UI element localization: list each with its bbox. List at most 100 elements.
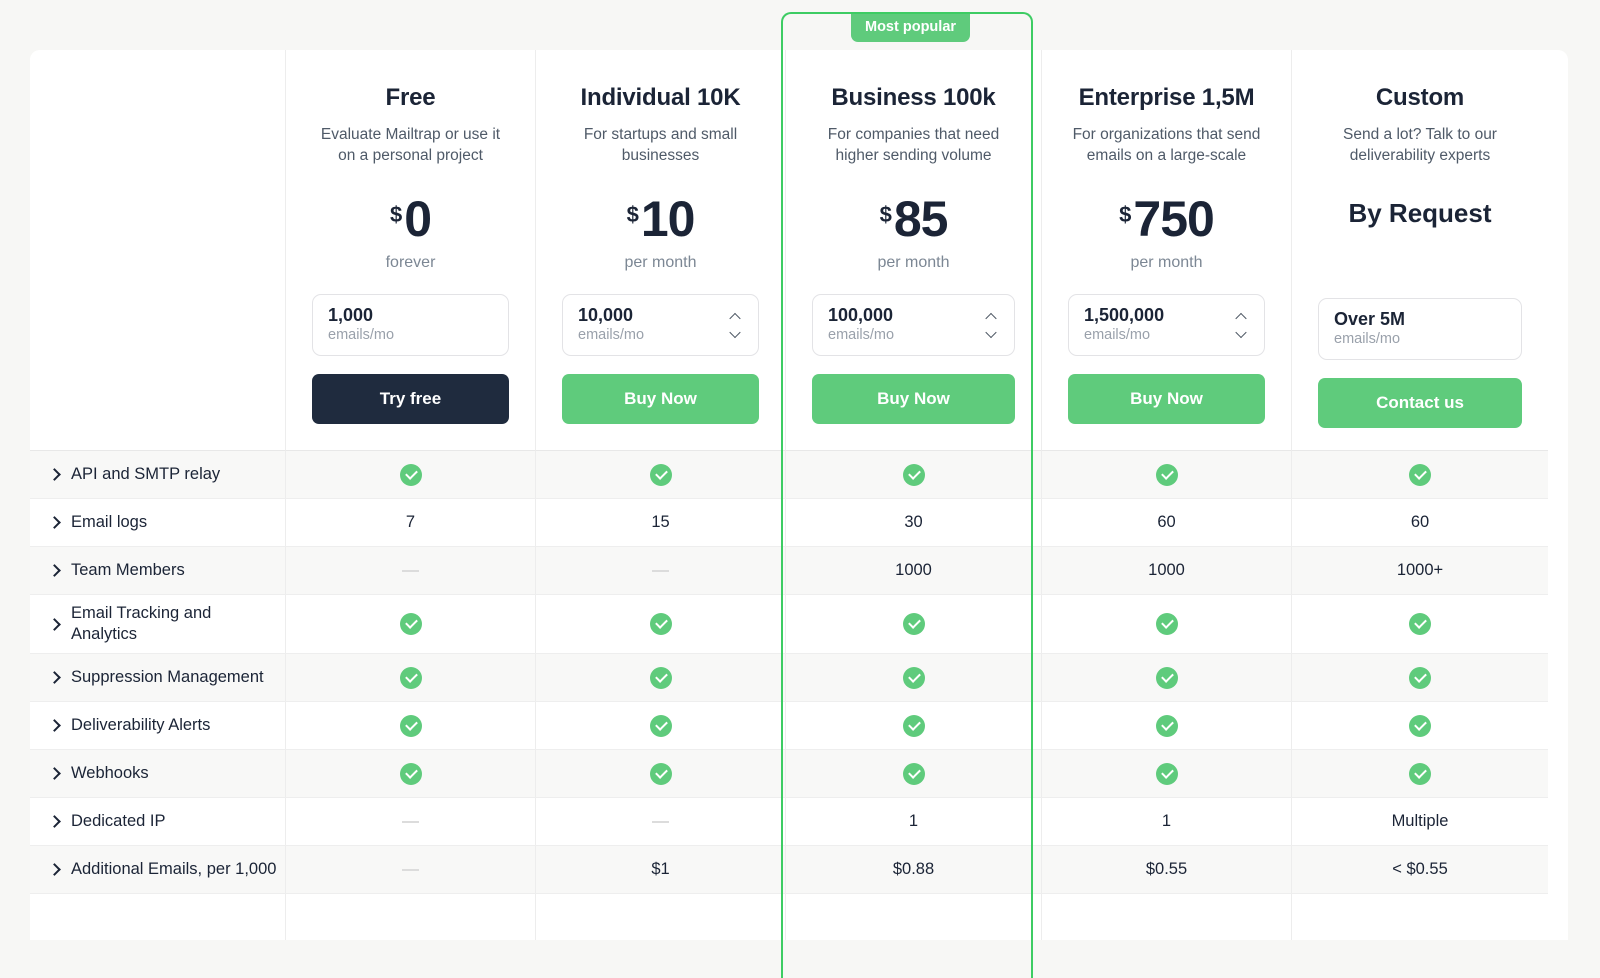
- check-icon: [399, 762, 422, 785]
- check-icon: [1409, 762, 1431, 785]
- cell-value: 60: [1410, 513, 1430, 531]
- volume-stepper[interactable]: 1,000 emails/mo: [312, 294, 509, 356]
- plan-cta-button[interactable]: Try free: [312, 374, 509, 424]
- plan-column-3: Business 100k For companies that need hig…: [786, 50, 1042, 451]
- feature-label-cell[interactable]: Email logs: [30, 499, 286, 547]
- currency-symbol: $: [389, 202, 403, 227]
- table-corner-cell: [30, 50, 286, 451]
- stepper-text: 1,000 emails/mo: [328, 305, 394, 345]
- feature-value-cell: Multiple: [1292, 798, 1548, 847]
- price-amount: 10: [640, 191, 696, 247]
- volume-stepper[interactable]: Over 5M emails/mo: [1318, 298, 1522, 360]
- chevron-right-icon[interactable]: [48, 815, 61, 829]
- feature-label-cell[interactable]: Email Tracking and Analytics: [30, 595, 286, 655]
- feature-label-cell[interactable]: API and SMTP relay: [30, 451, 286, 499]
- currency-symbol: $: [626, 202, 639, 227]
- pricing-grid: Free Evaluate Mailtrap or use it on a per…: [30, 50, 1568, 941]
- feature-value-cell: [1042, 451, 1292, 499]
- chevron-up-icon[interactable]: [1236, 314, 1247, 321]
- check-icon: [902, 762, 925, 785]
- check-icon: [1409, 666, 1431, 689]
- plan-cta-button[interactable]: Buy Now: [562, 374, 759, 424]
- plan-price: $750: [1068, 194, 1265, 244]
- plan-price-block: $0 forever: [312, 194, 509, 280]
- chevron-right-icon[interactable]: [48, 564, 61, 577]
- feature-value-cell: [786, 654, 1042, 703]
- feature-value-cell: [536, 798, 786, 847]
- stepper-chevrons[interactable]: [986, 314, 997, 337]
- plan-description: For startups and small businesses: [583, 126, 738, 165]
- feature-label-cell[interactable]: Dedicated IP: [30, 798, 286, 847]
- feature-value-cell: [536, 894, 786, 941]
- feature-label-cell[interactable]: Webhooks: [30, 750, 286, 799]
- chevron-right-icon[interactable]: [48, 767, 61, 781]
- feature-label: Additional Emails, per 1,000: [71, 860, 277, 879]
- plan-description: For companies that need higher sending v…: [827, 126, 1000, 165]
- volume-stepper[interactable]: 1,500,000 emails/mo: [1068, 294, 1265, 356]
- stepper-value: 1,000: [328, 305, 374, 326]
- chevron-down-icon[interactable]: [730, 330, 741, 337]
- chevron-right-icon[interactable]: [48, 516, 61, 529]
- feature-label-cell[interactable]: Deliverability Alerts: [30, 702, 286, 751]
- check-icon: [649, 714, 672, 737]
- chevron-right-icon[interactable]: [48, 617, 61, 631]
- feature-label-cell[interactable]: Suppression Management: [30, 654, 286, 703]
- feature-value-cell: [1292, 894, 1548, 941]
- plan-description: Evaluate Mailtrap or use it on a persona…: [320, 126, 501, 165]
- plan-cta-button[interactable]: Buy Now: [812, 374, 1015, 424]
- volume-stepper[interactable]: 100,000 emails/mo: [812, 294, 1015, 356]
- feature-value-cell: 30: [786, 499, 1042, 547]
- stepper-chevrons[interactable]: [1236, 314, 1247, 337]
- volume-stepper[interactable]: 10,000 emails/mo: [562, 294, 759, 356]
- plan-price-block: $10 per month: [562, 194, 759, 280]
- feature-value-cell: 1000+: [1292, 547, 1548, 595]
- chevron-down-icon[interactable]: [986, 330, 997, 337]
- cell-value: 1000: [895, 561, 932, 579]
- plan-cta-button[interactable]: Buy Now: [1068, 374, 1265, 424]
- feature-value-cell: [1292, 654, 1548, 703]
- feature-label: Suppression Management: [71, 668, 264, 687]
- chevron-right-icon[interactable]: [48, 719, 61, 733]
- feature-value-cell: [1042, 702, 1292, 751]
- stepper-value: Over 5M: [1334, 309, 1406, 330]
- chevron-right-icon[interactable]: [48, 863, 61, 877]
- chevron-up-icon[interactable]: [986, 314, 997, 321]
- feature-value-cell: [1292, 595, 1548, 655]
- feature-value-cell: 7: [286, 499, 536, 547]
- feature-value-cell: [286, 702, 536, 751]
- dash-icon: [402, 820, 419, 823]
- feature-value-cell: [786, 702, 1042, 751]
- feature-label-cell[interactable]: Additional Emails, per 1,000: [30, 846, 286, 895]
- feature-label-cell[interactable]: Team Members: [30, 547, 286, 595]
- stepper-unit: emails/mo: [328, 327, 395, 344]
- stepper-chevrons[interactable]: [730, 314, 741, 337]
- cell-value: 7: [405, 513, 416, 531]
- chevron-right-icon[interactable]: [48, 671, 61, 685]
- feature-value-cell: [536, 547, 786, 595]
- check-icon: [649, 666, 672, 689]
- cell-value: 1000+: [1396, 561, 1444, 579]
- plan-column-5: Custom Send a lot? Talk to our deliverabi…: [1292, 50, 1548, 451]
- feature-value-cell: [786, 750, 1042, 799]
- feature-value-cell: [286, 654, 536, 703]
- feature-value-cell: $1: [536, 846, 786, 895]
- feature-value-cell: [286, 750, 536, 799]
- currency-symbol: $: [1119, 202, 1132, 227]
- check-icon: [1155, 666, 1178, 689]
- feature-value-cell: [286, 595, 536, 655]
- plan-price-by-request: By Request: [1348, 198, 1492, 228]
- chevron-right-icon[interactable]: [48, 468, 61, 481]
- plan-cta-button[interactable]: Contact us: [1318, 378, 1522, 428]
- chevron-up-icon[interactable]: [730, 314, 741, 321]
- price-period: per month: [624, 254, 697, 271]
- cell-value: $1: [651, 860, 670, 879]
- check-icon: [399, 463, 422, 486]
- plan-price: $85: [812, 194, 1015, 244]
- check-icon: [1155, 714, 1178, 737]
- dash-icon: [402, 868, 419, 871]
- chevron-down-icon[interactable]: [1236, 330, 1247, 337]
- feature-label: Dedicated IP: [71, 812, 166, 831]
- plan-name: Business 100k: [831, 84, 996, 111]
- plan-description: For organizations that send emails on a …: [1072, 126, 1261, 165]
- feature-value-cell: [786, 894, 1042, 941]
